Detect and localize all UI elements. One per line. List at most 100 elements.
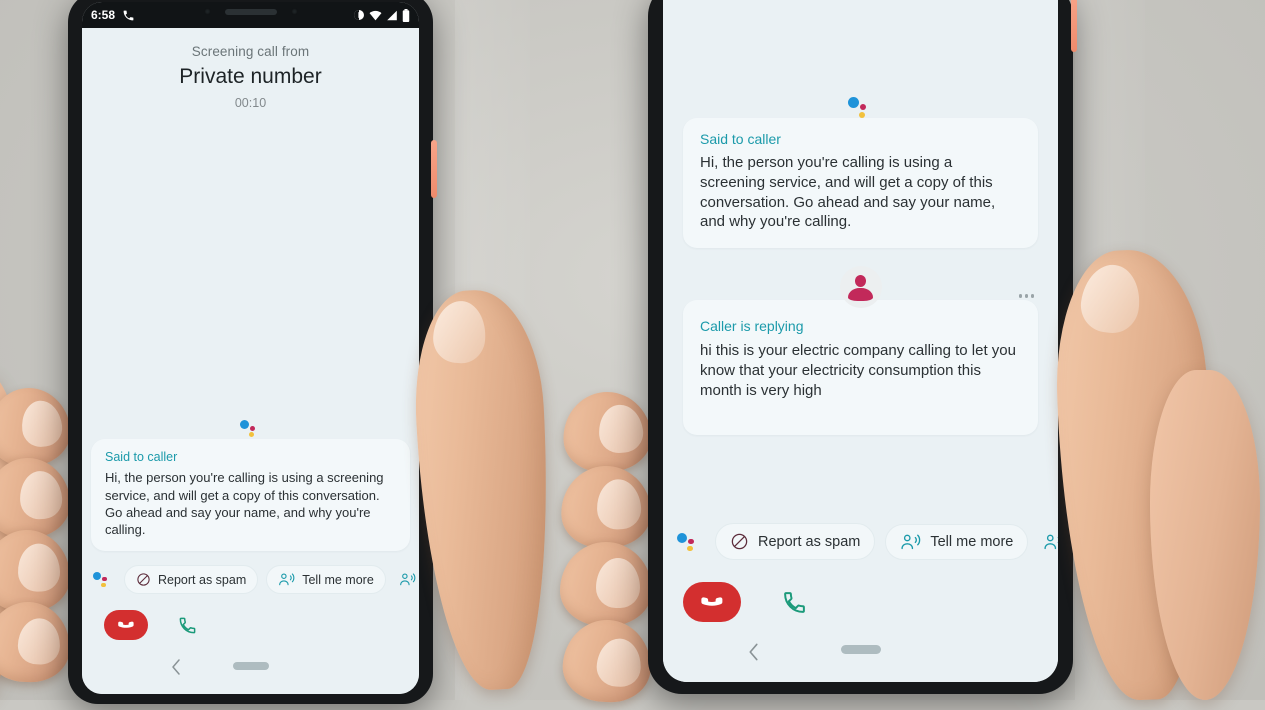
assistant-red-dot <box>102 576 107 581</box>
right-hand-finger-1 <box>559 388 655 476</box>
backdrop-band-right <box>1075 0 1145 700</box>
front-camera-icon <box>203 8 211 15</box>
right-screen-content: Said to caller Hi, the person you're cal… <box>663 0 1058 682</box>
left-phone-screen: 6:58 Screening call from Private number … <box>82 2 419 694</box>
right-hand-nail-2 <box>595 478 643 531</box>
caller-avatar-head <box>855 275 866 288</box>
assistant-blue-dot <box>677 532 687 543</box>
left-chip-row: Report as spam Tell me more <box>82 555 419 594</box>
home-pill-indicator[interactable] <box>840 645 881 654</box>
right-caller-bubble-text: hi this is your electric company calling… <box>700 342 1016 399</box>
proximity-sensor-icon <box>290 8 298 15</box>
left-nav-bar <box>82 640 419 694</box>
right-hand-thumb <box>1052 247 1260 703</box>
right-hand-finger-4 <box>560 617 654 705</box>
left-caller-name: Private number <box>179 65 322 88</box>
right-hand-thumb-nail <box>1077 261 1145 337</box>
back-chevron-icon[interactable] <box>170 658 182 676</box>
answer-call-button[interactable] <box>777 585 811 619</box>
left-control-row <box>82 594 419 640</box>
assistant-blue-dot <box>847 97 859 108</box>
left-hand-palm <box>0 370 24 700</box>
caller-avatar <box>839 266 882 309</box>
right-chip-overflow[interactable] <box>1038 528 1058 556</box>
right-hand-nail-3 <box>596 558 640 608</box>
right-chip-tell-me-more[interactable]: Tell me more <box>885 523 1029 560</box>
person-speaking-icon <box>278 572 295 587</box>
left-screen-content: Screening call from Private number 00:10… <box>82 28 419 694</box>
assistant-dots-icon <box>847 94 874 120</box>
assistant-dots-icon <box>239 417 262 439</box>
assistant-red-dot <box>249 426 255 432</box>
left-assistant-message-wrap: Said to caller Hi, the person you're cal… <box>82 419 419 555</box>
right-caller-bubble-label: Caller is replying <box>700 318 804 335</box>
caller-avatar-body <box>848 288 873 302</box>
right-assistant-bubble-label: Said to caller <box>700 131 781 147</box>
block-circle-icon <box>730 532 749 551</box>
right-hand-nail-1 <box>596 402 645 455</box>
end-call-button[interactable] <box>104 610 148 640</box>
person-speaking-icon <box>900 533 921 551</box>
person-speaking-icon <box>399 572 416 587</box>
right-control-row <box>663 560 1058 622</box>
assistant-dots-icon <box>677 530 701 554</box>
left-status-bar-right <box>353 8 410 22</box>
left-chip-report-as-spam-label: Report as spam <box>158 572 247 587</box>
right-caller-bubble: Caller is replying hi this is your elect… <box>683 300 1038 435</box>
wifi-icon <box>369 10 382 21</box>
right-phone-power-button[interactable] <box>1071 0 1077 52</box>
answer-call-button[interactable] <box>174 612 200 638</box>
right-transcript: Said to caller Hi, the person you're cal… <box>663 0 1058 511</box>
right-assistant-message-wrap: Said to caller Hi, the person you're cal… <box>663 94 1058 249</box>
left-hand-nail-4 <box>17 617 61 666</box>
right-hand-nail-4 <box>595 637 643 688</box>
left-hand-finger-3 <box>0 528 72 614</box>
battery-icon <box>402 8 410 22</box>
phone-in-call-icon <box>122 9 135 22</box>
assistant-blue-dot <box>239 420 249 430</box>
right-hand-palm <box>1150 370 1260 700</box>
left-chip-report-as-spam[interactable]: Report as spam <box>124 565 259 594</box>
home-pill-indicator[interactable] <box>232 662 269 670</box>
left-chip-assistant[interactable] <box>90 567 116 593</box>
right-phone-screen: Said to caller Hi, the person you're cal… <box>663 0 1058 682</box>
right-chip-row: Report as spam Tell me more <box>663 511 1058 560</box>
earpiece-speaker <box>224 8 277 15</box>
right-hand-thumb-shape <box>1052 247 1218 703</box>
right-chip-tell-me-more-label: Tell me more <box>930 533 1014 550</box>
backdrop-band-left <box>455 0 530 700</box>
assistant-yellow-dot <box>248 432 254 438</box>
right-hand-finger-3 <box>560 542 652 626</box>
left-hand-finger-2 <box>0 455 73 541</box>
left-hand-thumb-nail <box>431 298 489 366</box>
signal-icon <box>386 10 398 21</box>
right-nav-bar <box>663 622 1058 682</box>
left-chip-tell-me-more[interactable]: Tell me more <box>266 565 386 594</box>
left-call-duration: 00:10 <box>234 96 267 110</box>
right-chip-report-as-spam[interactable]: Report as spam <box>715 523 876 560</box>
left-call-header: Screening call from Private number 00:10 <box>82 28 419 110</box>
assistant-red-dot <box>859 104 866 110</box>
typing-dot <box>1024 294 1028 298</box>
right-phone-device: Said to caller Hi, the person you're cal… <box>648 0 1077 694</box>
left-status-bar-left: 6:58 <box>91 8 135 22</box>
left-hand-nail-2 <box>18 469 64 521</box>
left-hand-thumb <box>409 286 570 700</box>
left-hand-finger-4 <box>0 600 72 684</box>
assistant-yellow-dot <box>687 545 693 551</box>
left-assistant-bubble: Said to caller Hi, the person you're cal… <box>91 439 410 551</box>
left-chip-overflow[interactable] <box>394 567 419 592</box>
left-assistant-bubble-label: Said to caller <box>105 450 178 465</box>
typing-dot <box>1018 294 1022 298</box>
left-screening-subtitle: Screening call from <box>191 44 310 59</box>
do-not-disturb-icon <box>353 9 365 21</box>
left-hand-nail-1 <box>19 398 65 449</box>
left-phone-power-button[interactable] <box>431 140 437 198</box>
left-chip-tell-me-more-label: Tell me more <box>302 572 374 587</box>
back-chevron-icon[interactable] <box>747 642 760 662</box>
typing-indicator <box>1018 294 1034 298</box>
right-chip-assistant[interactable] <box>673 526 705 558</box>
left-transcript: Said to caller Hi, the person you're cal… <box>82 110 419 555</box>
end-call-button[interactable] <box>683 582 741 622</box>
right-assistant-bubble: Said to caller Hi, the person you're cal… <box>683 118 1038 249</box>
